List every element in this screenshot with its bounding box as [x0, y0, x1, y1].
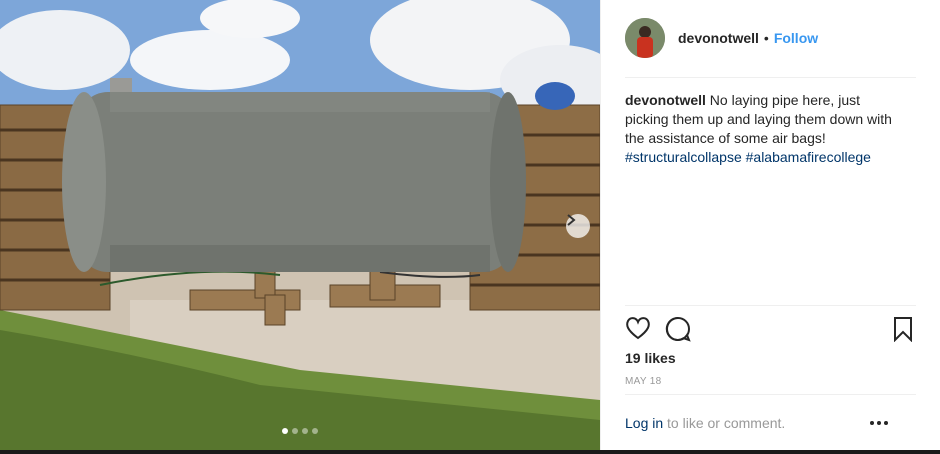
carousel-indicator [0, 428, 600, 434]
login-link[interactable]: Log in [625, 415, 663, 431]
post-username[interactable]: devonotwell [678, 30, 759, 46]
photo-illustration [0, 0, 600, 450]
carousel-dot-active [282, 428, 288, 434]
avatar[interactable] [625, 18, 665, 58]
comment-button[interactable] [665, 316, 691, 347]
carousel-dot [292, 428, 298, 434]
separator-dot: • [763, 30, 769, 46]
hashtag-link[interactable]: #alabamafirecollege [746, 149, 871, 165]
caption-username[interactable]: devonotwell [625, 92, 706, 108]
login-prompt: Log in to like or comment. [625, 415, 785, 431]
carousel-dot [302, 428, 308, 434]
post-header: devonotwell • Follow [625, 18, 916, 58]
save-button[interactable] [893, 316, 913, 347]
heart-icon [626, 317, 650, 340]
window-bottom-edge [0, 450, 940, 454]
next-slide-button[interactable] [566, 214, 590, 238]
hashtag-link[interactable]: #structuralcollapse [625, 149, 742, 165]
user-avatar-image [625, 18, 665, 58]
likes-count[interactable]: 19 likes [625, 350, 676, 366]
post-side-panel: devonotwell • Follow devonotwell No layi… [600, 0, 940, 450]
header-divider [625, 77, 916, 78]
like-button[interactable] [625, 316, 651, 345]
comment-icon [665, 316, 691, 342]
bookmark-icon [894, 317, 912, 343]
actions-divider [625, 305, 916, 306]
more-options-icon [870, 421, 888, 425]
post-date[interactable]: MAY 18 [625, 376, 661, 387]
more-options-button[interactable] [869, 415, 889, 436]
login-prompt-text: to like or comment. [663, 415, 786, 431]
follow-button[interactable]: Follow [774, 30, 818, 46]
post-photo[interactable] [0, 0, 600, 450]
login-divider [625, 394, 916, 395]
action-bar [625, 316, 915, 344]
chevron-right-icon [567, 214, 576, 226]
post-caption: devonotwell No laying pipe here, just pi… [625, 91, 895, 167]
instagram-post: devonotwell • Follow devonotwell No layi… [0, 0, 940, 454]
carousel-dot [312, 428, 318, 434]
